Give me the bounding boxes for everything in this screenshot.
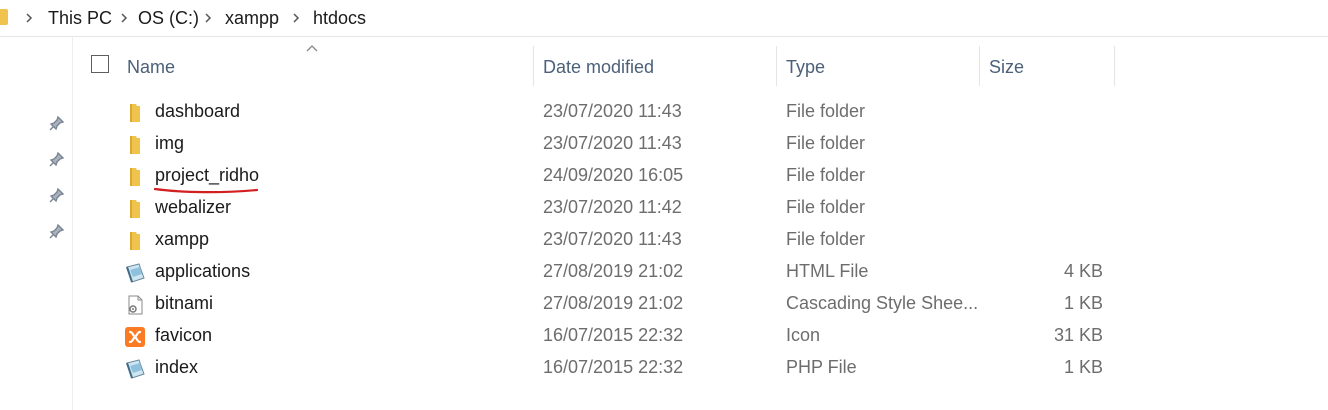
xampp-icon — [125, 327, 145, 347]
file-row-index[interactable]: index 16/07/2015 22:32 PHP File 1 KB — [96, 352, 1116, 384]
breadcrumb-xampp[interactable]: xampp — [225, 8, 279, 29]
file-name: bitnami — [155, 293, 214, 313]
file-type: HTML File — [786, 261, 869, 281]
breadcrumb-htdocs[interactable]: htdocs — [313, 8, 366, 29]
file-row-webalizer[interactable]: webalizer 23/07/2020 11:42 File folder — [96, 192, 1116, 224]
file-row-dashboard[interactable]: dashboard 23/07/2020 11:43 File folder — [96, 96, 1116, 128]
file-date: 23/07/2020 11:42 — [543, 197, 682, 217]
chevron-right-icon[interactable] — [118, 12, 130, 24]
folder-icon — [130, 168, 140, 186]
file-name: favicon — [155, 325, 213, 345]
pin-icon[interactable] — [49, 151, 65, 167]
column-header-name[interactable]: Name — [127, 57, 175, 78]
address-bar[interactable]: This PC OS (C:) xampp htdocs — [0, 0, 1328, 37]
chevron-right-icon[interactable] — [23, 12, 35, 24]
file-type: PHP File — [786, 357, 857, 377]
folder-icon — [130, 104, 140, 122]
file-date: 16/07/2015 22:32 — [543, 357, 684, 377]
file-type: Icon — [786, 325, 821, 345]
file-date: 24/09/2020 16:05 — [543, 165, 684, 185]
file-row-xampp[interactable]: xampp 23/07/2020 11:43 File folder — [96, 224, 1116, 256]
file-date: 23/07/2020 11:43 — [543, 101, 682, 121]
file-size: 4 KB — [1063, 261, 1103, 281]
folder-icon — [130, 200, 140, 218]
file-row-applications[interactable]: applications 27/08/2019 21:02 HTML File … — [96, 256, 1116, 288]
file-size: 31 KB — [1053, 325, 1103, 345]
breadcrumb-this-pc[interactable]: This PC — [48, 8, 112, 29]
select-all-checkbox[interactable] — [91, 55, 109, 73]
file-size: 1 KB — [1063, 293, 1103, 313]
file-name: img — [155, 133, 185, 153]
file-row-project-ridho[interactable]: project_ridho 24/09/2020 16:05 File fold… — [96, 160, 1116, 194]
file-name: index — [155, 357, 199, 377]
pin-icon[interactable] — [49, 187, 65, 203]
column-header-date-modified[interactable]: Date modified — [543, 57, 654, 78]
file-size: 1 KB — [1063, 357, 1103, 377]
folder-icon — [0, 9, 8, 25]
pin-icon[interactable] — [49, 115, 65, 131]
file-type: File folder — [786, 229, 866, 249]
column-divider[interactable] — [776, 46, 777, 86]
column-header-type[interactable]: Type — [786, 57, 825, 78]
breadcrumb-os-c[interactable]: OS (C:) — [138, 8, 199, 29]
chevron-right-icon[interactable] — [202, 12, 214, 24]
file-type: Cascading Style Shee... — [786, 293, 979, 313]
css-file-icon — [128, 295, 143, 315]
file-name: webalizer — [155, 197, 232, 217]
file-type: File folder — [786, 197, 866, 217]
file-type: File folder — [786, 101, 866, 121]
sort-ascending-icon — [306, 45, 318, 52]
file-name: applications — [155, 261, 251, 281]
file-row-bitnami[interactable]: bitnami 27/08/2019 21:02 Cascading Style… — [96, 288, 1116, 320]
file-name: xampp — [155, 229, 210, 249]
pin-icon[interactable] — [49, 223, 65, 239]
file-name: dashboard — [155, 101, 241, 121]
html-file-icon — [126, 263, 145, 283]
file-date: 27/08/2019 21:02 — [543, 293, 684, 313]
php-file-icon — [126, 359, 145, 379]
file-type: File folder — [786, 165, 866, 185]
file-date: 16/07/2015 22:32 — [543, 325, 684, 345]
column-divider[interactable] — [1114, 46, 1115, 86]
file-date: 23/07/2020 11:43 — [543, 133, 682, 153]
column-divider[interactable] — [979, 46, 980, 86]
chevron-right-icon[interactable] — [290, 12, 302, 24]
file-name: project_ridho — [155, 165, 260, 185]
column-divider[interactable] — [533, 46, 534, 86]
folder-icon — [130, 232, 140, 250]
folder-icon — [130, 136, 140, 154]
column-header-size[interactable]: Size — [989, 57, 1024, 78]
file-type: File folder — [786, 133, 866, 153]
file-date: 27/08/2019 21:02 — [543, 261, 684, 281]
navigation-pane-edge — [0, 37, 73, 410]
file-date: 23/07/2020 11:43 — [543, 229, 682, 249]
file-row-img[interactable]: img 23/07/2020 11:43 File folder — [96, 128, 1116, 160]
file-row-favicon[interactable]: favicon 16/07/2015 22:32 Icon 31 KB — [96, 320, 1116, 352]
